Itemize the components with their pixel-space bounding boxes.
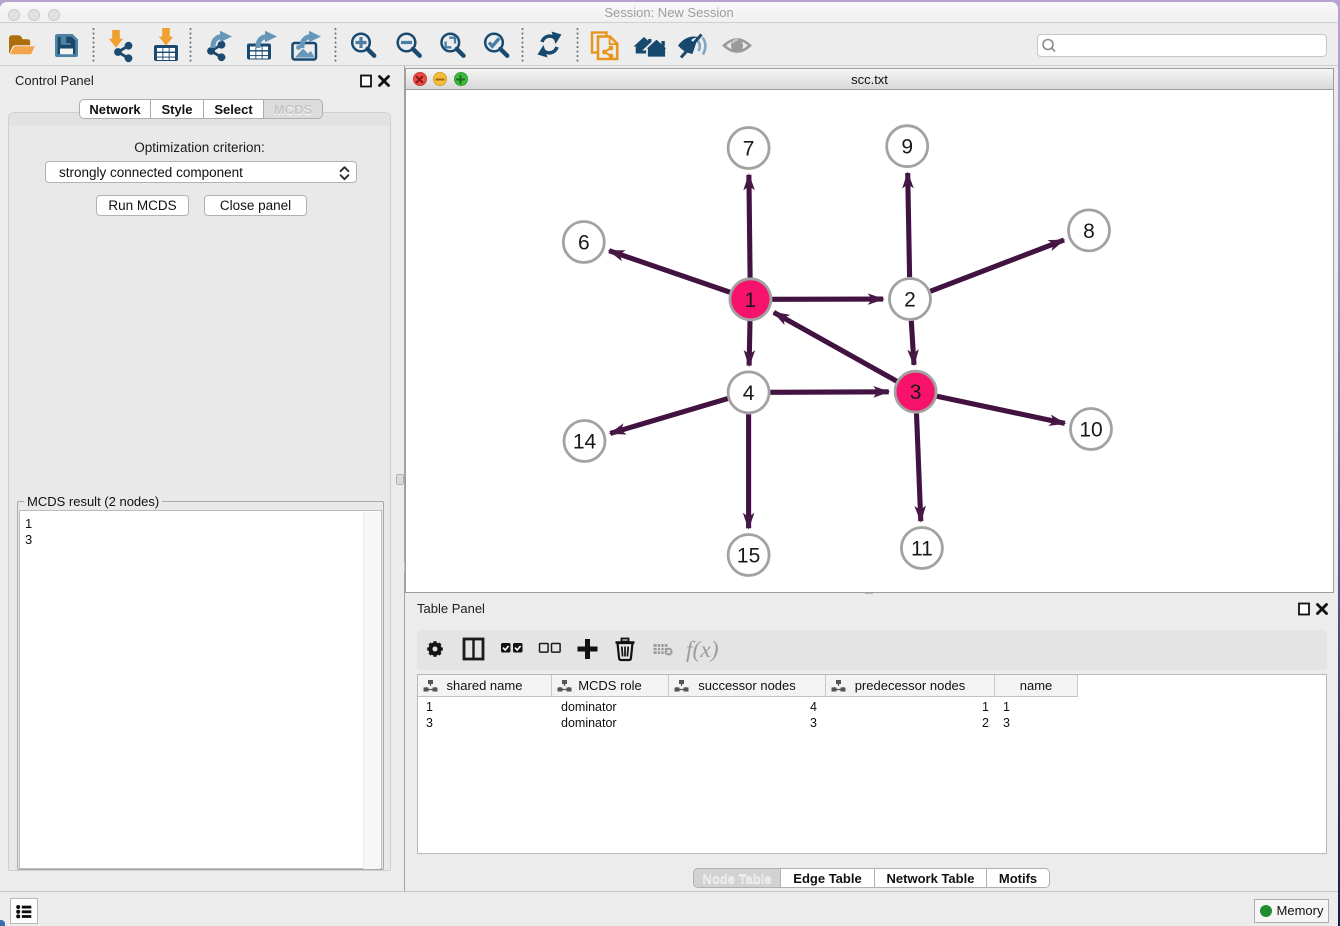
svg-text:3: 3 bbox=[910, 381, 922, 404]
svg-text:4: 4 bbox=[743, 382, 755, 405]
svg-text:11: 11 bbox=[911, 538, 933, 561]
svg-text:14: 14 bbox=[573, 431, 597, 454]
svg-text:1: 1 bbox=[745, 289, 757, 312]
svg-text:15: 15 bbox=[737, 545, 760, 568]
svg-text:2: 2 bbox=[904, 289, 916, 312]
svg-text:9: 9 bbox=[901, 136, 913, 159]
svg-text:f(x): f(x) bbox=[686, 637, 719, 663]
svg-text:10: 10 bbox=[1079, 419, 1102, 442]
svg-text:7: 7 bbox=[743, 138, 755, 161]
svg-text:8: 8 bbox=[1083, 220, 1095, 243]
svg-text:6: 6 bbox=[578, 232, 590, 255]
